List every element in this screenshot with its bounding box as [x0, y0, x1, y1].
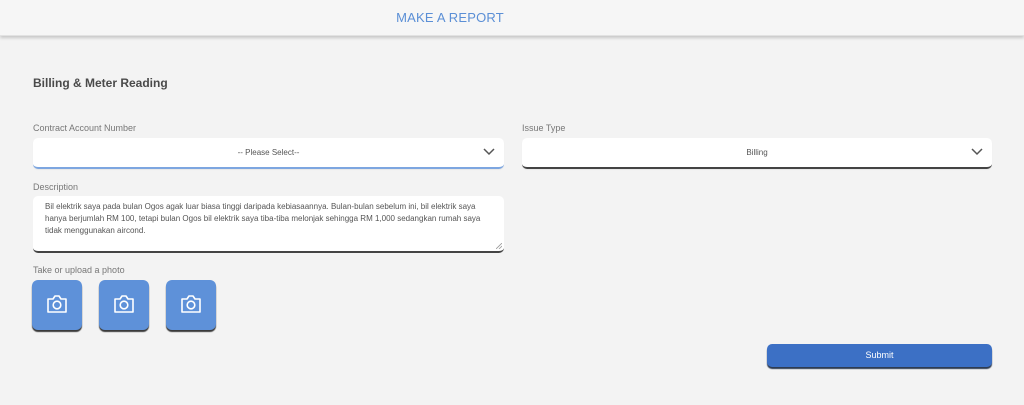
app-header: MAKE A REPORT	[0, 0, 1024, 36]
description-input[interactable]: Bil elektrik saya pada bulan Ogos agak l…	[33, 196, 504, 253]
description-text: Bil elektrik saya pada bulan Ogos agak l…	[45, 202, 481, 235]
resize-grip-icon[interactable]	[496, 243, 502, 249]
description-label: Description	[33, 182, 79, 192]
issue-type-value: Billing	[746, 148, 768, 157]
camera-icon	[114, 295, 134, 313]
contract-account-value: -- Please Select--	[237, 148, 300, 157]
photo-upload-button-2[interactable]	[99, 280, 149, 330]
submit-button[interactable]: Submit	[767, 344, 992, 367]
camera-icon	[47, 295, 67, 313]
photo-upload-label: Take or upload a photo	[33, 265, 125, 275]
page-title: MAKE A REPORT	[396, 10, 504, 25]
photo-upload-button-1[interactable]	[32, 280, 82, 330]
chevron-down-icon	[971, 148, 983, 156]
contract-account-label: Contract Account Number	[33, 123, 137, 133]
photo-upload-button-3[interactable]	[166, 280, 216, 330]
chevron-down-icon	[483, 148, 495, 156]
issue-type-label: Issue Type	[522, 123, 566, 133]
contract-account-select[interactable]: -- Please Select--	[33, 138, 504, 169]
section-title: Billing & Meter Reading	[33, 76, 168, 90]
camera-icon	[181, 295, 201, 313]
issue-type-select[interactable]: Billing	[522, 138, 992, 169]
